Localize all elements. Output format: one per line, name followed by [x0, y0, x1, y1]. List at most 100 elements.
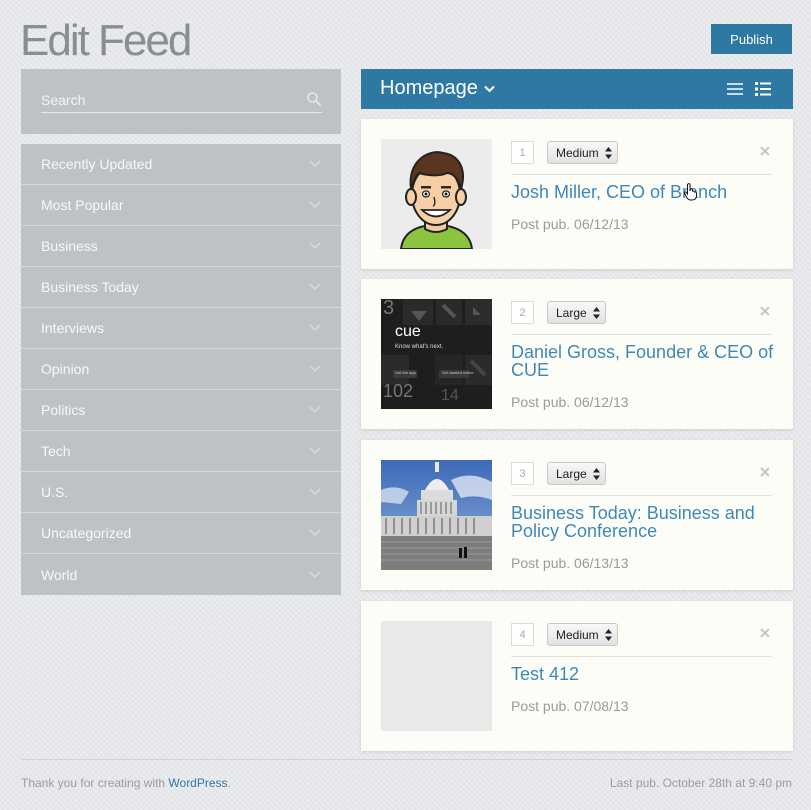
select-arrows-icon [604, 629, 612, 641]
close-icon[interactable] [759, 145, 771, 157]
sidebar-item-uncategorized[interactable]: Uncategorized [21, 513, 341, 554]
search-icon[interactable] [306, 91, 322, 107]
cue-thumb-brand: cue [395, 323, 421, 340]
cue-thumb-number: 3 [383, 299, 395, 319]
sidebar-item-politics[interactable]: Politics [21, 390, 341, 431]
post-title-link[interactable]: Business Today: Business and Policy Conf… [511, 504, 781, 540]
sidebar-item-label: U.S. [41, 484, 69, 500]
sidebar-item-label: Tech [41, 443, 71, 459]
cue-app-screenshot: 3 cue Know what's next. Get the app Get … [381, 299, 492, 409]
cue-thumb-number: 102 [383, 381, 414, 401]
select-arrows-icon [592, 307, 600, 319]
post-date: Post pub. 07/08/13 [511, 698, 629, 714]
close-icon[interactable] [759, 305, 771, 317]
sidebar-item-label: World [41, 566, 78, 583]
post-title-link[interactable]: Test 412 [511, 665, 781, 683]
chevron-down-icon [309, 447, 321, 455]
post-title-link[interactable]: Josh Miller, CEO of Branch [511, 183, 781, 201]
chevron-down-icon [309, 201, 321, 209]
chevron-down-icon [309, 365, 321, 373]
sidebar-item-us[interactable]: U.S. [21, 472, 341, 513]
chevron-down-icon [309, 160, 321, 168]
sidebar-item-recently-updated[interactable]: Recently Updated [21, 144, 341, 185]
last-published-status: Last pub. October 28th at 9:40 pm [609, 776, 792, 790]
sidebar-item-label: Opinion [41, 361, 90, 377]
sidebar-item-label: Politics [41, 402, 86, 418]
chevron-down-icon [309, 283, 321, 291]
chevron-down-icon [309, 529, 321, 537]
cue-thumb-button-2: Get started online [442, 370, 474, 375]
publish-button[interactable]: Publish [711, 24, 792, 54]
select-arrows-icon [592, 468, 600, 480]
card-controls: 2 Large [511, 299, 772, 335]
close-icon[interactable] [759, 627, 771, 639]
sidebar-item-label: Uncategorized [41, 525, 132, 541]
size-select-value: Medium [556, 145, 599, 160]
card-controls: 4 Medium [511, 621, 772, 657]
close-icon[interactable] [759, 466, 771, 478]
sidebar-item-interviews[interactable]: Interviews [21, 308, 341, 349]
size-select[interactable]: Large [547, 301, 606, 324]
hand-cursor-icon [684, 183, 697, 201]
sidebar-item-label: Recently Updated [41, 156, 153, 172]
cue-thumb-tagline: Know what's next. [395, 344, 444, 350]
chevron-down-icon [309, 406, 321, 414]
feed-card: 1 Medium Josh Miller, CEO of Branch Post… [361, 119, 793, 269]
sidebar-item-label: Interviews [41, 320, 105, 336]
avatar-illustration [381, 139, 492, 249]
post-date: Post pub. 06/12/13 [511, 216, 629, 232]
size-select-value: Large [556, 305, 587, 320]
chevron-down-icon [484, 85, 495, 92]
sidebar-item-label: Business Today [41, 279, 139, 295]
feed-card: 3 Large Business Today: Business and Pol… [361, 440, 793, 590]
size-select-value: Medium [556, 627, 599, 642]
chevron-down-icon [309, 324, 321, 332]
sidebar-item-business-today[interactable]: Business Today [21, 267, 341, 308]
feed-name: Homepage [380, 77, 478, 99]
post-date: Post pub. 06/12/13 [511, 394, 629, 410]
footer-credit-suffix: . [227, 776, 231, 790]
category-list: Recently Updated Most Popular Business B… [21, 144, 341, 595]
card-controls: 3 Large [511, 460, 772, 496]
size-select[interactable]: Medium [547, 141, 618, 164]
select-arrows-icon [604, 147, 612, 159]
list-view-icon[interactable] [727, 82, 743, 96]
sidebar-item-label: Most Popular [41, 197, 124, 213]
position-number[interactable]: 1 [511, 141, 534, 164]
size-select[interactable]: Medium [547, 623, 618, 646]
chevron-down-icon [309, 242, 321, 250]
page-title: Edit Feed [20, 16, 192, 65]
post-date: Post pub. 06/13/13 [511, 555, 629, 571]
feed-card: 4 Medium Test 412 Post pub. 07/08/13 [361, 601, 793, 751]
footer-credit-prefix: Thank you for creating with [21, 776, 169, 790]
sidebar-item-opinion[interactable]: Opinion [21, 349, 341, 390]
feed-header: Homepage [361, 69, 793, 109]
cue-thumb-number: 14 [441, 387, 459, 404]
position-number[interactable]: 3 [511, 462, 534, 485]
footer-divider [21, 759, 792, 760]
sidebar-item-most-popular[interactable]: Most Popular [21, 185, 341, 226]
wordpress-link[interactable]: WordPress [168, 776, 227, 790]
footer-credit: Thank you for creating with WordPress. [21, 776, 231, 790]
cue-thumb-button-1: Get the app [395, 370, 416, 375]
size-select-value: Large [556, 466, 587, 481]
sidebar-item-world[interactable]: World [21, 554, 341, 595]
post-title-link[interactable]: Daniel Gross, Founder & CEO of CUE [511, 343, 781, 379]
position-number[interactable]: 4 [511, 623, 534, 646]
capitol-building-photo [381, 460, 492, 570]
sidebar-item-business[interactable]: Business [21, 226, 341, 267]
sidebar-item-label: Business [41, 238, 98, 254]
feed-selector[interactable]: Homepage [380, 77, 495, 100]
size-select[interactable]: Large [547, 462, 606, 485]
chevron-down-icon [309, 488, 321, 496]
detail-list-view-icon[interactable] [755, 82, 771, 96]
sidebar-item-tech[interactable]: Tech [21, 431, 341, 472]
search-input[interactable] [41, 89, 301, 111]
search-panel [21, 69, 341, 134]
empty-placeholder [381, 621, 492, 731]
chevron-down-icon [309, 570, 321, 578]
position-number[interactable]: 2 [511, 301, 534, 324]
card-controls: 1 Medium [511, 139, 772, 175]
feed-card: 3 cue Know what's next. Get the app Get … [361, 279, 793, 429]
search-field-wrap [41, 89, 322, 113]
